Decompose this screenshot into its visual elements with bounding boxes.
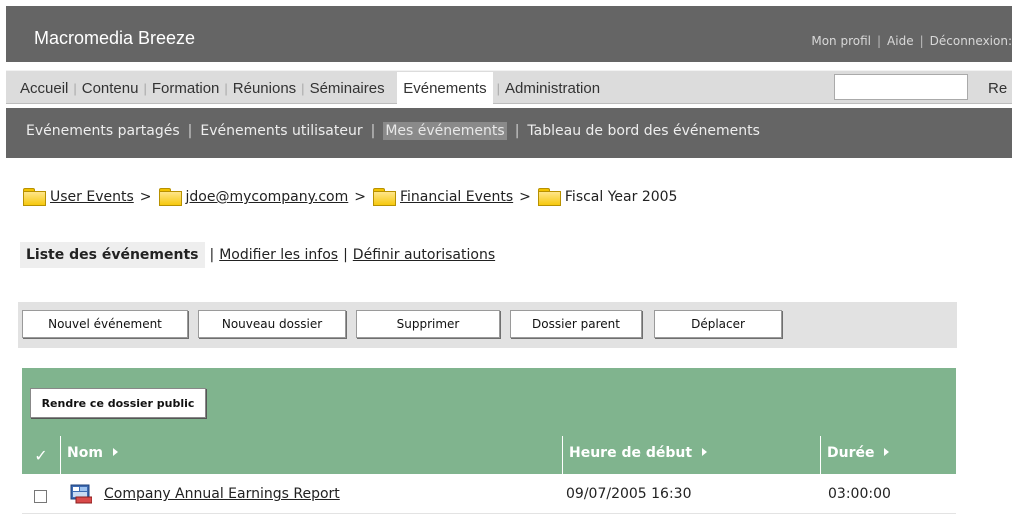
my-profile-link[interactable]: Mon profil xyxy=(811,34,871,48)
subnav-events-dashboard[interactable]: Tableau de bord des événements xyxy=(527,123,760,139)
nav-item-administration[interactable]: Administration xyxy=(505,80,600,97)
sort-arrow-icon xyxy=(884,448,890,456)
view-tabs: Liste des événements | Modifier les infos |… xyxy=(20,242,495,268)
select-all-check-icon[interactable]: ✓ xyxy=(22,436,60,474)
folder-icon xyxy=(158,186,182,206)
column-header-name-label: Nom xyxy=(67,445,103,461)
sub-nav: Evénements partagés | Evénements utilisate… xyxy=(6,108,1012,158)
column-header-start-time-label: Heure de début xyxy=(569,445,693,461)
row-checkbox[interactable] xyxy=(34,490,47,503)
nav-item-training[interactable]: Formation xyxy=(152,80,220,97)
app-header: Macromedia Breeze Mon profil | Aide | Déconn… xyxy=(6,6,1012,62)
logout-link[interactable]: Déconnexion: xyxy=(930,34,1012,48)
folder-icon xyxy=(22,186,46,206)
search-input[interactable] xyxy=(834,74,968,100)
subnav-user-events[interactable]: Evénements utilisateur xyxy=(200,123,362,139)
tab-edit-info[interactable]: Modifier les infos xyxy=(219,247,338,263)
event-start-time: 09/07/2005 16:30 xyxy=(566,486,692,502)
column-header-duration[interactable]: Durée xyxy=(820,436,956,474)
table-header: ✓ Nom Heure de début Durée xyxy=(22,436,956,474)
app-title: Macromedia Breeze xyxy=(34,28,196,48)
top-links: Mon profil | Aide | Déconnexion: xyxy=(811,34,1012,48)
breadcrumb-user-events[interactable]: User Events xyxy=(50,189,134,205)
folder-icon xyxy=(372,186,396,206)
folder-icon xyxy=(537,186,561,206)
event-duration: 03:00:00 xyxy=(828,486,891,502)
breadcrumb: User Events > jdoe@mycompany.com > Financial… xyxy=(22,186,678,206)
column-header-duration-label: Durée xyxy=(827,445,875,461)
nav-item-home[interactable]: Accueil xyxy=(20,80,68,97)
move-button[interactable]: Déplacer xyxy=(654,310,782,338)
make-folder-public-button[interactable]: Rendre ce dossier public xyxy=(30,388,206,418)
nav-item-events[interactable]: Evénements xyxy=(397,72,493,106)
search-button[interactable]: Re xyxy=(988,80,1007,97)
event-icon xyxy=(70,484,92,504)
event-list-header: Rendre ce dossier public ✓ Nom Heure de … xyxy=(22,368,956,474)
delete-button[interactable]: Supprimer xyxy=(356,310,500,338)
sort-arrow-icon xyxy=(112,448,118,456)
new-event-button[interactable]: Nouvel événement xyxy=(22,310,188,338)
main-nav: Accueil | Contenu | Formation | Réunions | Sémin… xyxy=(6,70,1012,106)
new-folder-button[interactable]: Nouveau dossier xyxy=(198,310,346,338)
subnav-my-events[interactable]: Mes événements xyxy=(383,122,507,140)
nav-item-seminars[interactable]: Séminaires xyxy=(310,80,385,97)
breadcrumb-current: Fiscal Year 2005 xyxy=(564,189,678,205)
sort-arrow-icon xyxy=(702,448,708,456)
help-link[interactable]: Aide xyxy=(887,34,914,48)
parent-folder-button[interactable]: Dossier parent xyxy=(510,310,642,338)
action-toolbar: Nouvel événement Nouveau dossier Supprim… xyxy=(18,302,957,348)
event-name-link[interactable]: Company Annual Earnings Report xyxy=(104,486,340,502)
subnav-shared-events[interactable]: Evénements partagés xyxy=(26,123,180,139)
nav-item-meetings[interactable]: Réunions xyxy=(233,80,296,97)
tab-set-permissions[interactable]: Définir autorisations xyxy=(353,247,495,263)
nav-item-content[interactable]: Contenu xyxy=(82,80,139,97)
column-header-name[interactable]: Nom xyxy=(60,436,562,474)
breadcrumb-separator: > xyxy=(354,189,366,205)
breadcrumb-separator: > xyxy=(139,189,152,205)
breadcrumb-user-folder[interactable]: jdoe@mycompany.com xyxy=(186,189,349,205)
breadcrumb-financial-events[interactable]: Financial Events xyxy=(400,189,513,205)
column-header-start-time[interactable]: Heure de début xyxy=(562,436,820,474)
tab-event-list[interactable]: Liste des événements xyxy=(20,242,205,268)
table-row: Company Annual Earnings Report 09/07/200… xyxy=(22,478,956,514)
breadcrumb-separator: > xyxy=(519,189,531,205)
